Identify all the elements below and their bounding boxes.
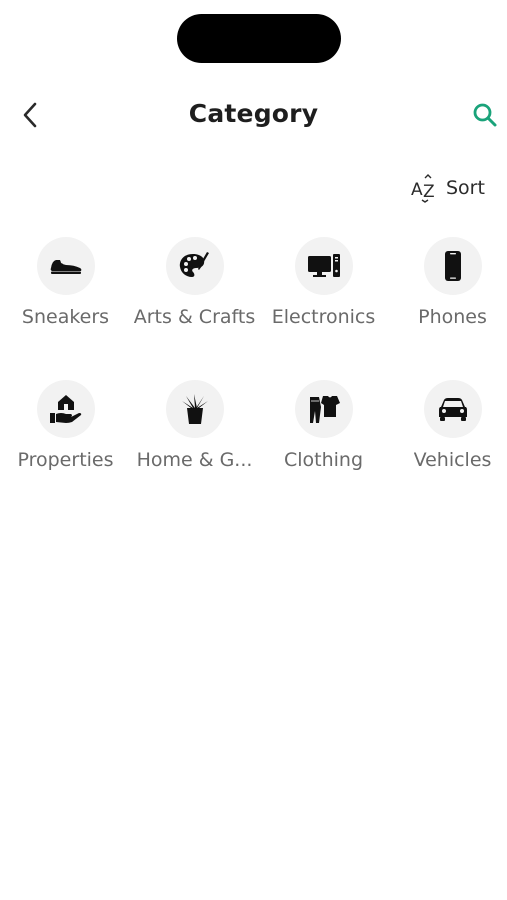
page-title: Category [188, 99, 319, 128]
category-home-garden[interactable]: Home & G... [130, 380, 259, 471]
category-sneakers[interactable]: Sneakers [1, 237, 130, 328]
sneaker-icon [36, 237, 95, 295]
house-in-hand-icon [36, 380, 95, 438]
category-arts-crafts[interactable]: Arts & Crafts [130, 237, 259, 328]
category-properties[interactable]: Properties [1, 380, 130, 471]
category-label: Properties [17, 449, 114, 471]
search-button[interactable] [468, 98, 502, 132]
category-label: Vehicles [413, 449, 492, 471]
category-label: Sneakers [21, 306, 110, 328]
category-label: Home & G... [136, 449, 253, 471]
svg-text:Z: Z [423, 182, 435, 202]
svg-text:A: A [411, 180, 423, 200]
sort-button[interactable]: A Z Sort [410, 172, 485, 204]
category-electronics[interactable]: Electronics [259, 237, 388, 328]
category-label: Arts & Crafts [133, 306, 256, 328]
category-clothing[interactable]: Clothing [259, 380, 388, 471]
search-icon [473, 103, 497, 127]
app-header: Category [0, 92, 507, 136]
category-grid: Sneakers Arts & Crafts Electronics Phone… [1, 237, 507, 471]
smartphone-icon [423, 237, 482, 295]
category-label: Clothing [283, 449, 364, 471]
potted-plant-icon [165, 380, 224, 438]
category-label: Electronics [271, 306, 376, 328]
clothing-icon [294, 380, 353, 438]
category-label: Phones [418, 306, 487, 328]
category-vehicles[interactable]: Vehicles [388, 380, 507, 471]
car-icon [423, 380, 482, 438]
device-notch [177, 14, 341, 63]
az-sort-icon: A Z [411, 174, 435, 203]
sort-label: Sort [446, 177, 485, 199]
desktop-computer-icon [294, 237, 353, 295]
palette-icon [165, 237, 224, 295]
category-phones[interactable]: Phones [388, 237, 507, 328]
